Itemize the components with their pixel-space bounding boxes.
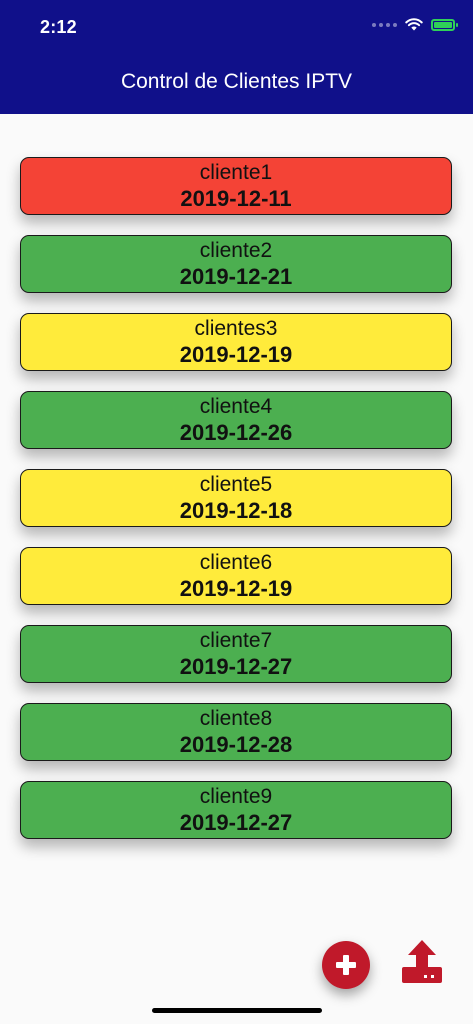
client-card[interactable]: cliente4 2019-12-26	[20, 391, 452, 449]
client-name: cliente1	[199, 161, 273, 184]
client-card[interactable]: cliente5 2019-12-18	[20, 469, 452, 527]
client-card[interactable]: cliente1 2019-12-11	[20, 157, 452, 215]
client-name: cliente6	[199, 551, 273, 574]
client-date: 2019-12-21	[179, 264, 293, 289]
client-name: cliente2	[199, 239, 273, 262]
client-date: 2019-12-19	[179, 342, 293, 367]
client-card[interactable]: cliente8 2019-12-28	[20, 703, 452, 761]
client-name: cliente9	[199, 785, 273, 808]
client-date: 2019-12-11	[180, 186, 292, 211]
client-card[interactable]: cliente2 2019-12-21	[20, 235, 452, 293]
cellular-signal-icon	[372, 22, 397, 27]
client-card[interactable]: cliente7 2019-12-27	[20, 625, 452, 683]
client-date: 2019-12-18	[179, 498, 293, 523]
wifi-icon	[405, 18, 423, 31]
client-name: cliente5	[199, 473, 273, 496]
battery-icon	[431, 18, 458, 31]
home-indicator	[152, 1008, 322, 1013]
status-icons	[372, 18, 458, 31]
client-name: cliente4	[199, 395, 273, 418]
client-date: 2019-12-26	[179, 420, 293, 445]
client-card[interactable]: cliente9 2019-12-27	[20, 781, 452, 839]
client-name: cliente8	[199, 707, 273, 730]
client-date: 2019-12-27	[179, 654, 293, 679]
plus-icon	[336, 955, 356, 975]
upload-button[interactable]	[398, 938, 446, 986]
add-client-button[interactable]	[322, 941, 370, 989]
client-name: clientes3	[194, 317, 278, 340]
client-name: cliente7	[199, 629, 273, 652]
status-time: 2:12	[40, 17, 77, 37]
app-header: 2:12 Control de Clientes IPTV	[0, 0, 473, 114]
client-card[interactable]: cliente6 2019-12-19	[20, 547, 452, 605]
upload-icon	[402, 940, 442, 983]
page-title: Control de Clientes IPTV	[120, 70, 353, 93]
client-card[interactable]: clientes3 2019-12-19	[20, 313, 452, 371]
client-date: 2019-12-28	[179, 732, 293, 757]
client-date: 2019-12-19	[179, 576, 293, 601]
client-date: 2019-12-27	[179, 810, 293, 835]
client-list: cliente1 2019-12-11 cliente2 2019-12-21 clie…	[20, 157, 452, 859]
